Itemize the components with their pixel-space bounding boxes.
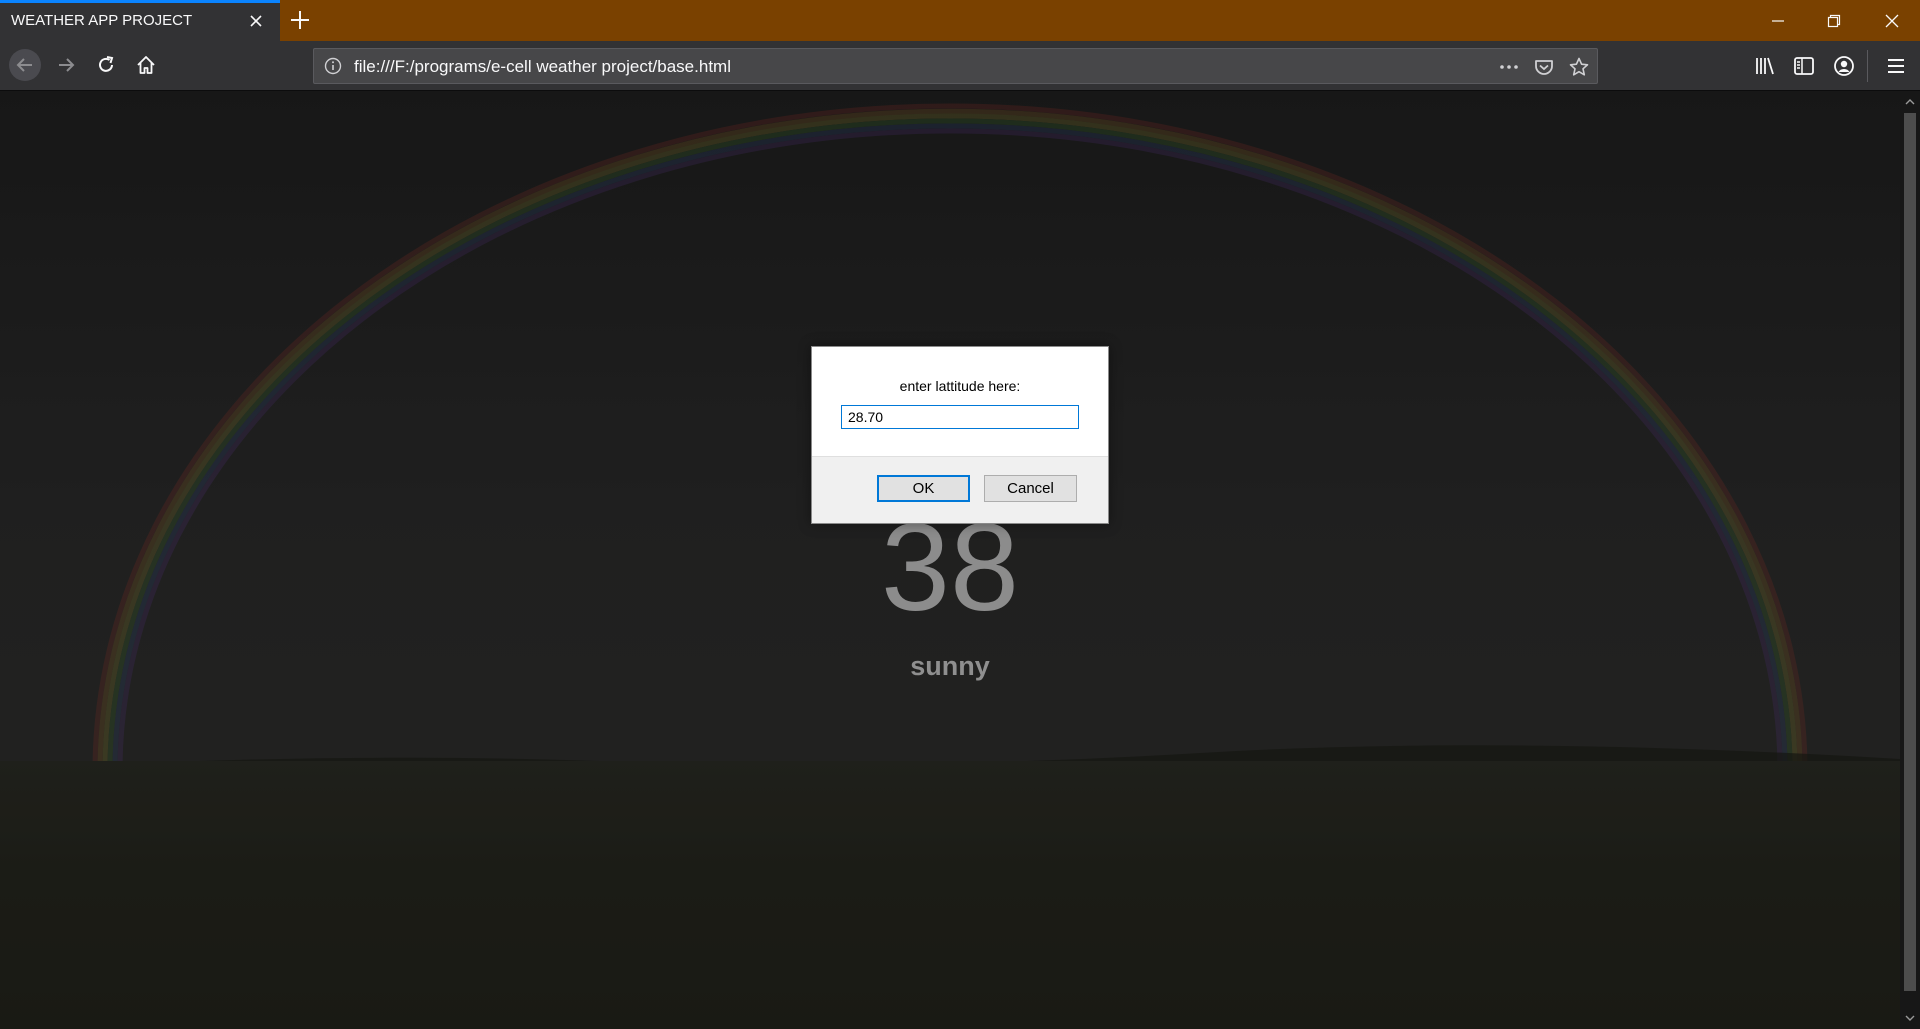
home-icon[interactable] <box>130 49 162 81</box>
info-icon[interactable] <box>323 56 343 76</box>
toolbar-separator <box>1867 50 1868 82</box>
library-icon[interactable] <box>1752 53 1778 79</box>
minimize-icon[interactable] <box>1750 0 1806 41</box>
page-viewport: 38 sunny <box>0 91 1900 1029</box>
scrollbar-thumb[interactable] <box>1904 113 1916 991</box>
account-icon[interactable] <box>1831 53 1857 79</box>
plus-icon[interactable] <box>286 8 314 32</box>
latitude-input[interactable] <box>841 405 1079 429</box>
tab-title: WEATHER APP PROJECT <box>11 12 193 29</box>
scroll-up-arrow-icon[interactable] <box>1903 95 1917 109</box>
hamburger-menu-icon[interactable] <box>1883 53 1909 79</box>
prompt-dialog: enter lattitude here: OK Cancel <box>811 346 1109 524</box>
vertical-scrollbar[interactable] <box>1900 91 1920 1029</box>
scroll-down-arrow-icon[interactable] <box>1903 1011 1917 1025</box>
star-icon[interactable] <box>1567 55 1591 79</box>
cancel-button[interactable]: Cancel <box>984 475 1077 502</box>
navigation-toolbar: file:///F:/programs/e-cell weather proje… <box>0 41 1920 91</box>
arrow-left-icon[interactable] <box>9 49 41 81</box>
dialog-message: enter lattitude here: <box>899 378 1021 394</box>
reload-icon[interactable] <box>90 49 122 81</box>
tab-strip: WEATHER APP PROJECT <box>0 0 1920 41</box>
arrow-right-icon[interactable] <box>50 49 82 81</box>
window-close-icon[interactable] <box>1864 0 1920 41</box>
weather-condition: sunny <box>910 651 990 681</box>
url-text[interactable]: file:///F:/programs/e-cell weather proje… <box>354 57 731 77</box>
ok-button[interactable]: OK <box>877 475 970 502</box>
dialog-footer: OK Cancel <box>812 456 1108 523</box>
sidebar-icon[interactable] <box>1791 53 1817 79</box>
tab-weather-app[interactable]: WEATHER APP PROJECT <box>0 0 280 41</box>
close-icon[interactable] <box>246 11 266 31</box>
pocket-icon[interactable] <box>1532 55 1556 79</box>
ellipsis-icon[interactable] <box>1497 55 1521 79</box>
restore-icon[interactable] <box>1806 0 1862 41</box>
temperature-value: 38 <box>881 499 1019 637</box>
url-bar[interactable]: file:///F:/programs/e-cell weather proje… <box>313 48 1598 84</box>
